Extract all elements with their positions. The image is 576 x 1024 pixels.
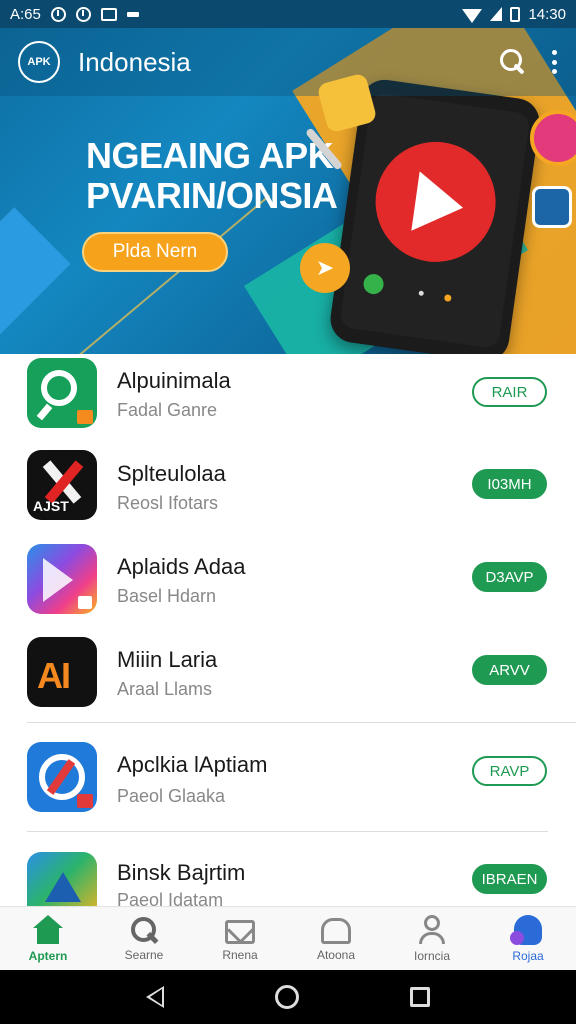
- app-name: Apclkia lAptiam: [117, 752, 268, 777]
- recents-icon[interactable]: [410, 987, 431, 1007]
- more-options-icon[interactable]: [552, 50, 558, 74]
- app-category: Araal Llams: [117, 679, 213, 699]
- home-icon: [33, 914, 63, 945]
- back-icon[interactable]: [145, 986, 164, 1008]
- updates-icon: [321, 917, 351, 944]
- install-button[interactable]: I03MH: [472, 469, 547, 499]
- install-button[interactable]: RAIR: [472, 377, 547, 407]
- app-category: Paeol Glaaka: [117, 786, 226, 806]
- app-logo[interactable]: APK: [18, 41, 60, 83]
- status-time: 14:30: [528, 5, 566, 23]
- install-button[interactable]: IBRAEN: [472, 864, 547, 894]
- divider: [27, 831, 548, 832]
- banner-title-line2: PVARIN/ONSIA: [86, 175, 338, 217]
- wifi-icon: [462, 9, 483, 23]
- nav-label: Searne: [124, 947, 164, 962]
- banner-title: NGEAING APK PVARIN/ONSIA: [86, 135, 338, 217]
- app-name: Binsk Bajrtim: [117, 860, 246, 885]
- status-bar: A:65 14:30: [0, 0, 576, 28]
- home-circle-icon[interactable]: [274, 985, 299, 1009]
- app-icon-ai: AI: [27, 637, 97, 707]
- app-name: Miiin Laria: [117, 647, 218, 672]
- list-item[interactable]: Alpuinimala Fadal Ganre RAIR: [0, 354, 576, 444]
- app-header: APK Indonesia: [0, 28, 576, 96]
- app-icon-search: [27, 358, 97, 428]
- app-name: Aplaids Adaa: [117, 554, 246, 579]
- app-icon-maps: [27, 852, 97, 906]
- list-item[interactable]: AJST Splteulolaa Reosl Ifotars I03MH: [0, 447, 576, 537]
- list-item[interactable]: AI Miiin Laria Araal Llams ARVV: [0, 633, 576, 723]
- nav-item-mail[interactable]: Rnena: [192, 907, 288, 970]
- install-button[interactable]: D3AVP: [472, 562, 547, 592]
- list-item[interactable]: Apclkia lAptiam Paeol Glaaka RAVP: [0, 726, 576, 816]
- nav-item-updates[interactable]: Atoona: [288, 907, 384, 970]
- mail-icon: [225, 919, 255, 944]
- nav-item-profile[interactable]: Iorncia: [384, 907, 480, 970]
- shield-icon: [532, 186, 572, 228]
- status-left-text: A:65: [10, 5, 41, 23]
- signal-icon: [490, 7, 503, 21]
- app-category: Fadal Ganre: [117, 400, 218, 420]
- list-item[interactable]: Aplaids Adaa Basel Hdarn D3AVP: [0, 540, 576, 630]
- nav-label: Iorncia: [413, 948, 451, 963]
- message-icon: [100, 7, 117, 21]
- search-icon: [130, 916, 158, 944]
- install-button[interactable]: ARVV: [472, 655, 547, 685]
- logo-text: APK: [27, 56, 51, 68]
- minus-icon: [126, 11, 139, 17]
- app-category: Basel Hdarn: [117, 586, 217, 606]
- app-icon-x: AJST: [27, 450, 97, 520]
- search-icon[interactable]: [500, 49, 526, 75]
- bottom-nav: Aptern Searne Rnena Atoona Iorncia Rojaa: [0, 906, 576, 970]
- list-item[interactable]: Binsk Bajrtim Paeol Idatam IBRAEN: [0, 838, 576, 906]
- notification-icon: [75, 6, 91, 22]
- battery-icon: [510, 6, 521, 22]
- arrow-badge-icon: ➤: [300, 243, 350, 293]
- app-name: Splteulolaa: [117, 461, 226, 486]
- page-title: Indonesia: [78, 46, 191, 77]
- system-nav-bar: [0, 970, 576, 1024]
- install-button[interactable]: RAVP: [472, 756, 547, 786]
- nav-label: Atoona: [316, 947, 356, 962]
- app-icon-play: [27, 544, 97, 614]
- nav-item-search[interactable]: Searne: [96, 907, 192, 970]
- banner-title-line1: NGEAING APK: [86, 135, 334, 176]
- games-icon: [510, 914, 542, 945]
- nav-label: Rnena: [222, 947, 258, 962]
- banner-cta-button[interactable]: Plda Nern: [82, 232, 228, 272]
- app-category: Reosl Ifotars: [117, 493, 219, 513]
- app-list: Alpuinimala Fadal Ganre RAIR AJST Splteu…: [0, 354, 576, 906]
- app-category: Paeol Idatam: [117, 890, 224, 906]
- notification-icon: [50, 6, 66, 22]
- nav-label: Rojaa: [512, 948, 544, 963]
- nav-item-home[interactable]: Aptern: [0, 907, 96, 970]
- app-name: Alpuinimala: [117, 368, 231, 393]
- hero-section: APK Indonesia NGEAING APK PVARIN/ONSIA P…: [0, 28, 576, 354]
- nav-label: Aptern: [28, 948, 68, 963]
- profile-icon: [417, 914, 447, 945]
- nav-item-games[interactable]: Rojaa: [480, 907, 576, 970]
- app-icon-browser: [27, 742, 97, 812]
- divider: [27, 722, 576, 723]
- app-icon-text: AJST: [33, 498, 69, 514]
